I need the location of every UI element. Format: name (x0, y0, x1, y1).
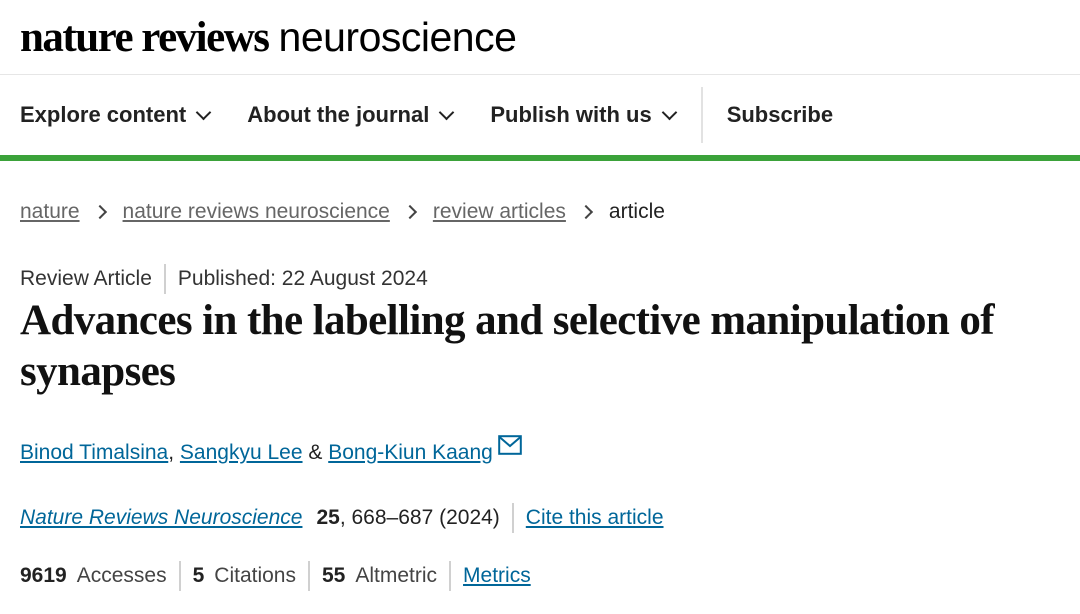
nav-item-label: About the journal (247, 102, 430, 127)
citation-line: Nature Reviews Neuroscience 25 , 668–687… (0, 501, 1080, 535)
article-meta: Review Article Published: 22 August 2024 (0, 263, 1080, 295)
breadcrumb-journal[interactable]: nature reviews neuroscience (123, 200, 390, 224)
brand-logo-bold[interactable]: nature reviews (20, 13, 270, 62)
nav-item-label: Explore content (20, 102, 187, 127)
metrics-divider (178, 561, 181, 591)
citations-count: 5 (192, 564, 205, 587)
chevron-right-icon (92, 204, 107, 220)
article-title: Advances in the labelling and selective … (20, 297, 995, 395)
author-list: Binod Timalsina, Sangkyu Lee & Bong-Kiun… (0, 435, 1080, 471)
altmetric-count: 55 (321, 564, 346, 587)
journal-volume: 25 (316, 506, 340, 529)
metrics-divider (307, 561, 310, 591)
breadcrumb-current: article (608, 200, 665, 223)
nav-subscribe[interactable]: Subscribe (727, 102, 833, 128)
article-type: Review Article (20, 267, 152, 290)
nav-about-journal[interactable]: About the journal (247, 102, 455, 128)
cite-article-link[interactable]: Cite this article (526, 506, 664, 530)
chevron-down-icon (195, 104, 212, 120)
author-link[interactable]: Bong-Kiun Kaang (328, 441, 493, 465)
altmetric-label: Altmetric (355, 564, 438, 587)
metrics-divider (449, 561, 452, 591)
chevron-right-icon (578, 204, 593, 220)
accesses-label: Accesses (76, 564, 167, 587)
nav-publish-with-us[interactable]: Publish with us (490, 102, 677, 128)
article-metrics: 9619 Accesses 5 Citations 55 Altmetric M… (0, 559, 1080, 593)
nav-item-label: Publish with us (490, 102, 652, 127)
chevron-right-icon (402, 204, 417, 220)
meta-divider (163, 264, 166, 294)
citation-divider (511, 503, 514, 533)
chevron-down-icon (439, 104, 455, 120)
author-link[interactable]: Binod Timalsina (20, 441, 168, 465)
published-date: Published: 22 August 2024 (177, 267, 428, 290)
author-separator: & (302, 441, 329, 464)
journal-pages-year: , 668–687 (2024) (339, 506, 500, 529)
nav-item-label: Subscribe (726, 102, 834, 127)
metrics-link[interactable]: Metrics (463, 564, 531, 588)
chevron-down-icon (661, 104, 677, 120)
site-header: nature reviews neuroscience (0, 0, 1080, 75)
nav-explore-content[interactable]: Explore content (20, 102, 212, 128)
brand-logo-journal[interactable]: neuroscience (279, 14, 517, 61)
journal-link[interactable]: Nature Reviews Neuroscience (20, 506, 302, 530)
author-separator: , (168, 441, 180, 464)
mail-icon[interactable] (498, 435, 522, 461)
main-nav: Explore content About the journal Publis… (0, 75, 1080, 161)
breadcrumb-nature[interactable]: nature (20, 200, 80, 224)
author-link[interactable]: Sangkyu Lee (180, 441, 303, 465)
nav-divider (700, 87, 703, 143)
breadcrumb: nature nature reviews neuroscience revie… (0, 161, 1080, 263)
breadcrumb-review-articles[interactable]: review articles (433, 200, 566, 224)
accesses-count: 9619 (20, 564, 67, 587)
citations-label: Citations (214, 564, 296, 587)
